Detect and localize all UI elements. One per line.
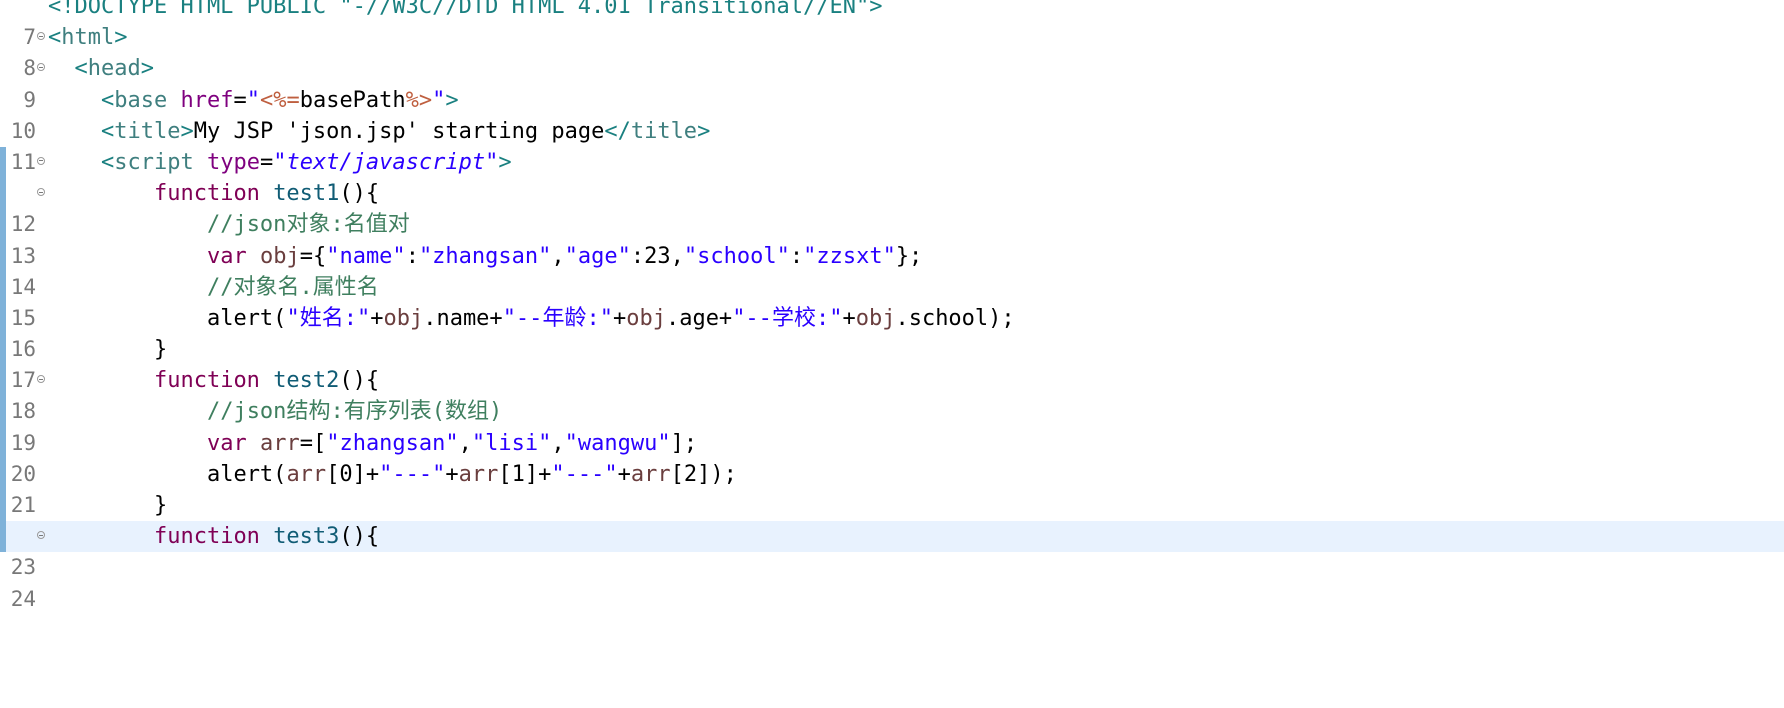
code-text: }	[153, 493, 168, 518]
change-marker	[0, 490, 6, 522]
code-text: alert(arr[0]+"---"+arr[1]+"---"+arr[2]);	[206, 461, 737, 487]
code-line[interactable]: 22 alert(arr[0]+"---"+arr[1]+"---"+arr[2…	[0, 458, 1784, 548]
change-marker	[0, 365, 6, 397]
change-marker	[0, 209, 6, 241]
change-marker	[0, 146, 6, 179]
code-line[interactable]: 13 function test1(){	[0, 178, 1784, 268]
code-text: <title>My JSP 'json.jsp' starting page</…	[100, 118, 711, 144]
change-marker	[0, 334, 6, 366]
change-marker	[0, 271, 6, 303]
code-line-current[interactable]: 24 function test3(){	[0, 521, 1784, 611]
fold-toggle-icon[interactable]	[37, 188, 45, 197]
code-text: <script type="text/javascript">	[100, 149, 512, 175]
code-line[interactable]: 17 alert("姓名:"+obj.name+"--年龄:"+obj.age+…	[0, 302, 1784, 392]
code-text: alert("姓名:"+obj.name+"--年龄:"+obj.age+"--…	[206, 305, 1015, 331]
code-text: //对象名.属性名	[206, 274, 379, 300]
change-marker	[0, 427, 6, 459]
code-line[interactable]: 9 <head>	[0, 53, 1784, 111]
code-line[interactable]: 14 //json对象:名值对	[0, 209, 1784, 299]
code-line[interactable]: 10 <base href="<%=basePath%>">	[0, 85, 1784, 143]
code-line[interactable]: 20 //json结构:有序列表(数组)	[0, 396, 1784, 486]
line-number: 24	[10, 586, 36, 611]
code-editor[interactable]: 7 <!DOCTYPE HTML PUBLIC "-//W3C//DTD HTM…	[0, 0, 1784, 611]
change-marker	[0, 302, 6, 335]
fold-toggle-icon[interactable]	[37, 63, 45, 72]
change-marker	[0, 240, 6, 272]
code-line[interactable]: 8 <html>	[0, 22, 1784, 80]
code-text: function test1(){	[153, 181, 380, 207]
code-text: <base href="<%=basePath%>">	[100, 87, 459, 113]
code-text: var arr=["zhangsan","lisi","wangwu"];	[206, 430, 698, 456]
change-marker	[0, 178, 6, 210]
code-line[interactable]: 12 <script type="text/javascript">	[0, 146, 1784, 236]
code-line[interactable]: 7 <!DOCTYPE HTML PUBLIC "-//W3C//DTD HTM…	[0, 0, 1784, 49]
code-line[interactable]: 18 }	[0, 334, 1784, 423]
change-marker	[0, 521, 6, 553]
code-text: function test2(){	[153, 368, 380, 394]
fold-toggle-icon[interactable]	[37, 156, 45, 165]
code-line[interactable]: 15 var obj={"name":"zhangsan","age":23,"…	[0, 240, 1784, 330]
code-line[interactable]: 19 function test2(){	[0, 365, 1784, 455]
code-line[interactable]: 23 }	[0, 490, 1784, 579]
change-marker	[0, 458, 6, 490]
fold-toggle-icon[interactable]	[37, 375, 45, 384]
code-text: var obj={"name":"zhangsan","age":23,"sch…	[206, 243, 923, 269]
code-text: <html>	[48, 25, 128, 51]
code-text: //json结构:有序列表(数组)	[206, 399, 503, 425]
fold-toggle-icon[interactable]	[37, 531, 45, 540]
fold-toggle-icon[interactable]	[37, 32, 45, 41]
change-marker	[0, 396, 6, 428]
code-line[interactable]: 11 <title>My JSP 'json.jsp' starting pag…	[0, 116, 1784, 174]
code-text: }	[153, 337, 168, 363]
code-line[interactable]: 16 //对象名.属性名	[0, 271, 1784, 361]
code-text: //json对象:名值对	[206, 212, 410, 238]
code-line[interactable]: 21 var arr=["zhangsan","lisi","wangwu"];	[0, 427, 1784, 517]
code-text: <head>	[74, 56, 154, 82]
code-text: <!DOCTYPE HTML PUBLIC "-//W3C//DTD HTML …	[48, 0, 883, 19]
code-text: function test3(){	[153, 524, 380, 550]
